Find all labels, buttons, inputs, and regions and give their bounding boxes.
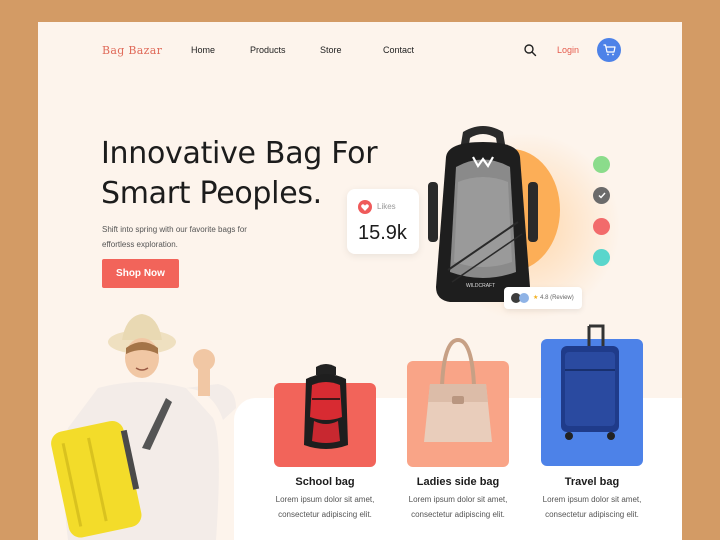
nav-store[interactable]: Store [320, 45, 342, 55]
color-option-red[interactable] [593, 218, 610, 235]
hero-subtitle: Shift into spring with our favorite bags… [102, 225, 247, 249]
reviewer-avatar [519, 293, 529, 303]
shop-now-button[interactable]: Shop Now [102, 259, 179, 288]
travel-bag-desc-line1: Lorem ipsum dolor sit amet, [542, 495, 642, 504]
ladies-bag-image [424, 337, 492, 442]
travel-bag-desc-line2: consectetur adipiscing elit. [545, 510, 639, 519]
review-rating: ★ 4.8 (Review) [533, 294, 574, 301]
backpack-brand-text: WILDCRAFT [466, 283, 495, 289]
check-icon [598, 192, 606, 199]
ladies-bag-desc-line1: Lorem ipsum dolor sit amet, [408, 495, 508, 504]
hero-title: Innovative Bag For Smart Peoples. [101, 134, 378, 214]
cart-icon [603, 44, 616, 56]
travel-bag-title[interactable]: Travel bag [522, 476, 662, 488]
nav-home[interactable]: Home [191, 45, 215, 55]
review-badge[interactable]: ★ 4.8 (Review) [504, 287, 582, 309]
school-bag-title[interactable]: School bag [255, 476, 395, 488]
school-bag-desc-line1: Lorem ipsum dolor sit amet, [275, 495, 375, 504]
star-icon: ★ [533, 295, 539, 301]
brand-logo[interactable]: Bag Bazar [102, 44, 162, 57]
search-icon[interactable] [523, 43, 537, 57]
likes-value: 15.9k [358, 222, 407, 244]
heart-icon [358, 200, 372, 214]
likes-label: Likes [377, 202, 396, 211]
ladies-bag-desc: Lorem ipsum dolor sit amet, consectetur … [388, 492, 528, 522]
hero-title-line2: Smart Peoples. [101, 176, 322, 211]
school-bag-desc: Lorem ipsum dolor sit amet, consectetur … [255, 492, 395, 522]
color-option-gray-selected[interactable] [593, 187, 610, 204]
rating-value: 4.8 [540, 295, 549, 301]
ladies-bag-desc-line2: consectetur adipiscing elit. [411, 510, 505, 519]
school-bag-desc-line2: consectetur adipiscing elit. [278, 510, 372, 519]
rating-label: (Review) [550, 295, 574, 301]
hero-title-line1: Innovative Bag For [101, 136, 378, 171]
model-with-suitcase-image [51, 314, 236, 540]
landing-page: Bag Bazar Home Products Store Contact Lo… [38, 22, 682, 540]
school-bag-image [304, 364, 348, 449]
likes-card: Likes 15.9k [347, 189, 419, 254]
backpack-image: WILDCRAFT [428, 126, 538, 302]
color-option-green[interactable] [593, 156, 610, 173]
travel-bag-image [561, 324, 619, 440]
travel-bag-desc: Lorem ipsum dolor sit amet, consectetur … [522, 492, 662, 522]
login-link[interactable]: Login [557, 45, 579, 55]
nav-products[interactable]: Products [250, 45, 286, 55]
color-option-teal[interactable] [593, 249, 610, 266]
nav-contact[interactable]: Contact [383, 45, 414, 55]
ladies-bag-title[interactable]: Ladies side bag [388, 476, 528, 488]
cart-button[interactable] [597, 38, 621, 62]
